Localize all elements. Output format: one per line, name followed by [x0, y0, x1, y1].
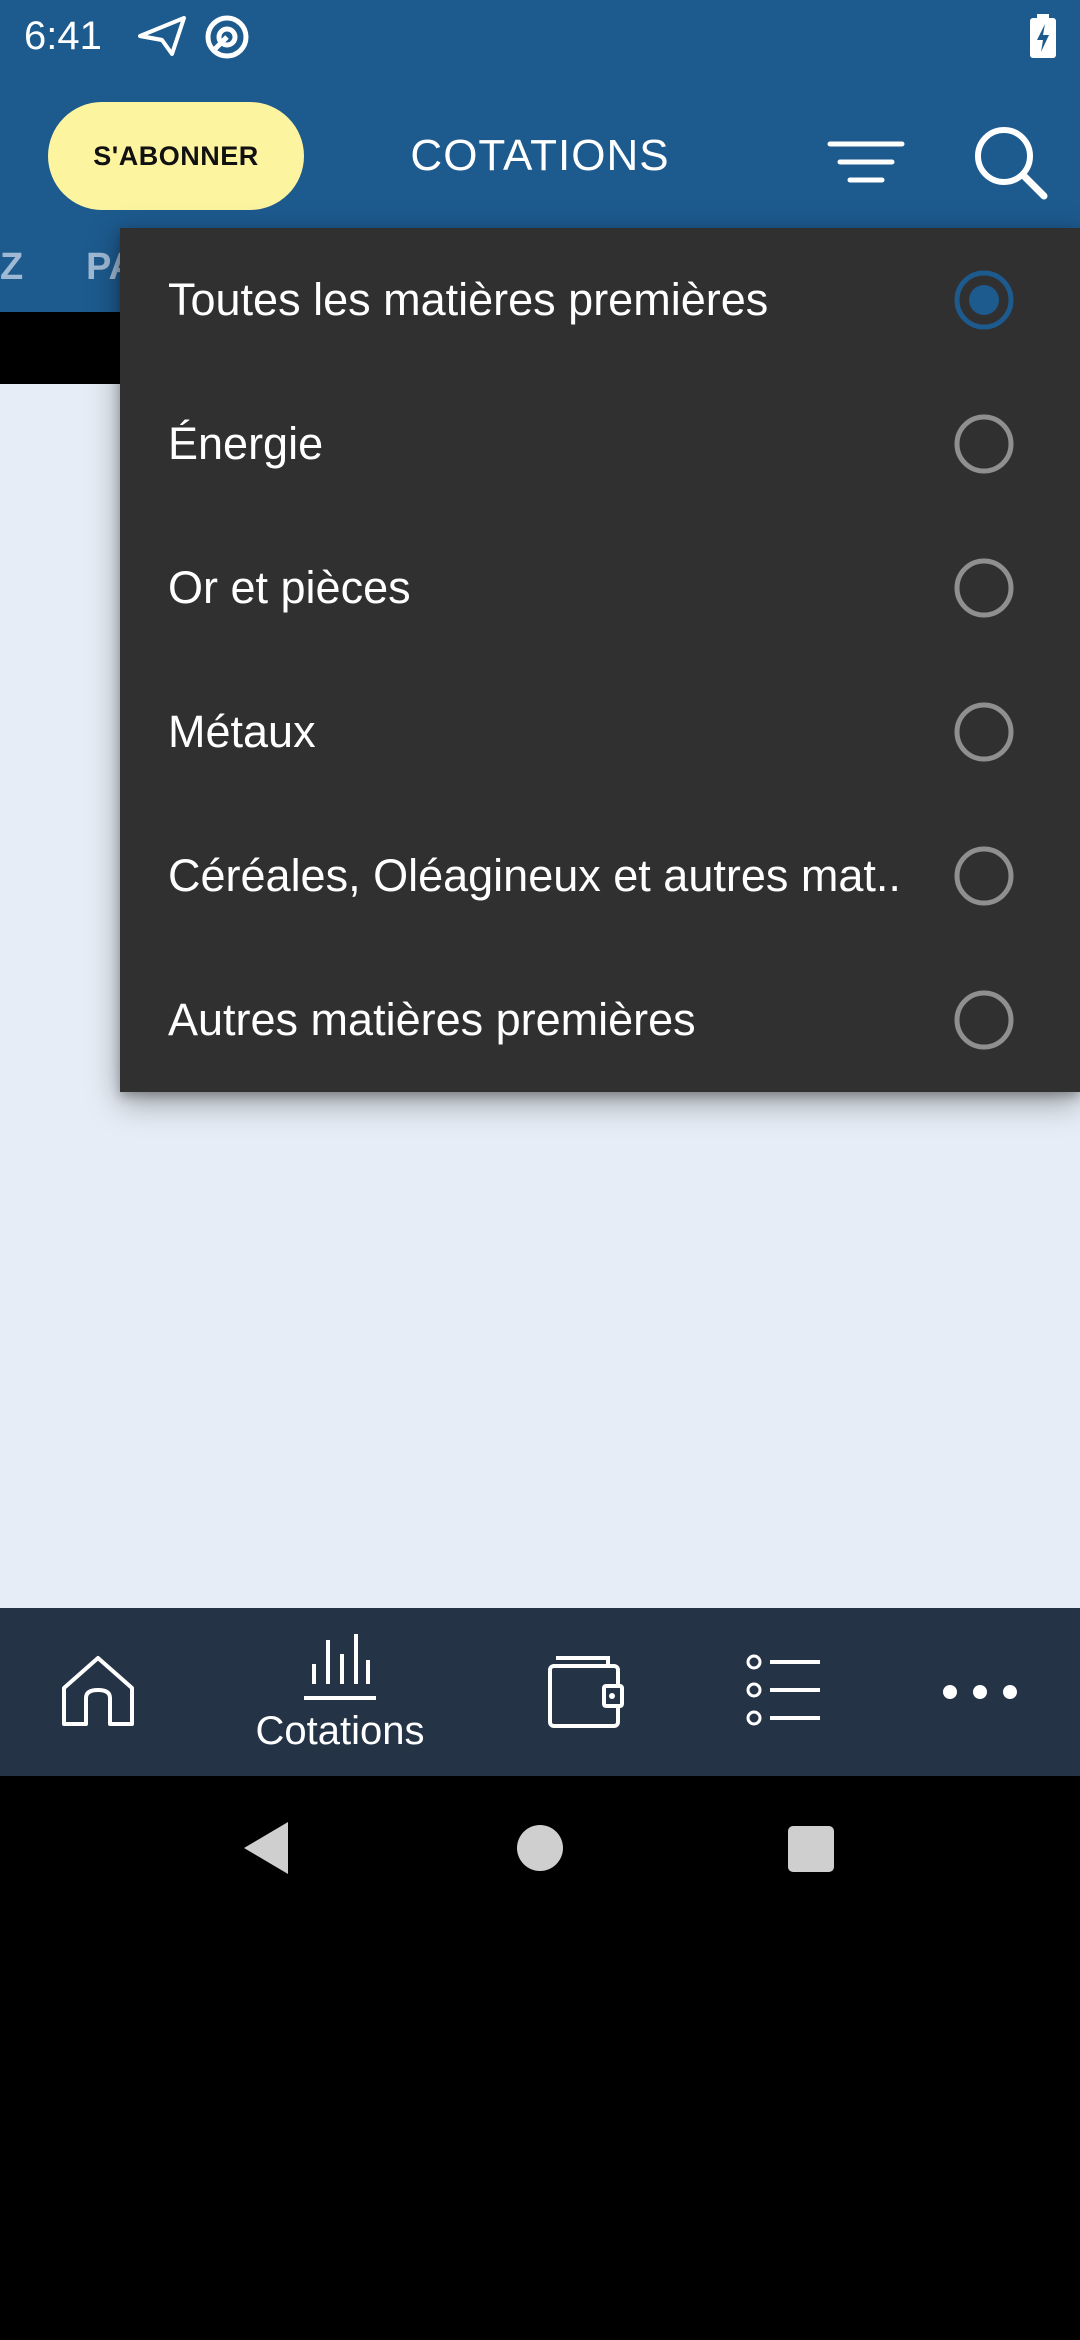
- dropdown-item-toutes[interactable]: Toutes les matières premières: [120, 228, 1080, 372]
- filter-icon[interactable]: [826, 122, 906, 202]
- system-nav: [0, 1776, 1080, 1920]
- nav-label-cotations: Cotations: [255, 1709, 425, 1753]
- nav-item-home[interactable]: [0, 1608, 200, 1776]
- dropdown-item-label: Toutes les matières premières: [168, 274, 769, 325]
- recents-icon[interactable]: [770, 1808, 850, 1888]
- category-dropdown: Toutes les matières premières Énergie Or…: [120, 228, 1080, 1092]
- dropdown-item-label: Céréales, Oléagineux et autres mat..: [168, 850, 901, 901]
- nav-item-more[interactable]: [900, 1608, 1080, 1776]
- radio-unselected-icon[interactable]: [954, 846, 1014, 906]
- dropdown-item-energie[interactable]: Énergie: [120, 372, 1080, 516]
- home-icon: [58, 1652, 138, 1732]
- vpn-icon: [204, 14, 250, 60]
- nav-item-portfolio[interactable]: [490, 1608, 680, 1776]
- chart-icon: [300, 1630, 380, 1706]
- send-icon: [138, 14, 186, 58]
- dropdown-item-label: Autres matières premières: [168, 994, 696, 1045]
- dropdown-item-metaux[interactable]: Métaux: [120, 660, 1080, 804]
- battery-charging-icon: [1030, 14, 1056, 58]
- radio-selected-icon[interactable]: [954, 270, 1014, 330]
- back-icon[interactable]: [228, 1808, 308, 1888]
- page-title: COTATIONS: [410, 131, 670, 180]
- search-icon[interactable]: [970, 122, 1050, 202]
- nav-item-lists[interactable]: [700, 1608, 880, 1776]
- nav-item-cotations[interactable]: Cotations: [220, 1608, 460, 1776]
- tab-partial-z[interactable]: Z: [0, 222, 23, 312]
- dropdown-item-label: Métaux: [168, 706, 316, 757]
- dropdown-item-label: Or et pièces: [168, 562, 411, 613]
- dropdown-item-label: Énergie: [168, 418, 324, 469]
- home-circle-icon[interactable]: [500, 1808, 580, 1888]
- radio-unselected-icon[interactable]: [954, 990, 1014, 1050]
- status-time: 6:41: [24, 14, 102, 58]
- status-bar: 6:41: [0, 0, 1080, 72]
- radio-unselected-icon[interactable]: [954, 702, 1014, 762]
- more-icon: [940, 1672, 1020, 1712]
- subscribe-button[interactable]: S'ABONNER: [48, 102, 304, 210]
- radio-unselected-icon[interactable]: [954, 414, 1014, 474]
- bottom-nav: Cotations: [0, 1608, 1080, 1776]
- dropdown-item-or-et-pieces[interactable]: Or et pièces: [120, 516, 1080, 660]
- radio-unselected-icon[interactable]: [954, 558, 1014, 618]
- list-icon: [744, 1652, 824, 1732]
- dropdown-item-autres[interactable]: Autres matières premières: [120, 948, 1080, 1092]
- dropdown-item-cereales[interactable]: Céréales, Oléagineux et autres mat..: [120, 804, 1080, 948]
- screen: 6:41 S'ABONNER COTATIONS Z PA Toutes les…: [0, 0, 1080, 2340]
- wallet-icon: [546, 1652, 626, 1732]
